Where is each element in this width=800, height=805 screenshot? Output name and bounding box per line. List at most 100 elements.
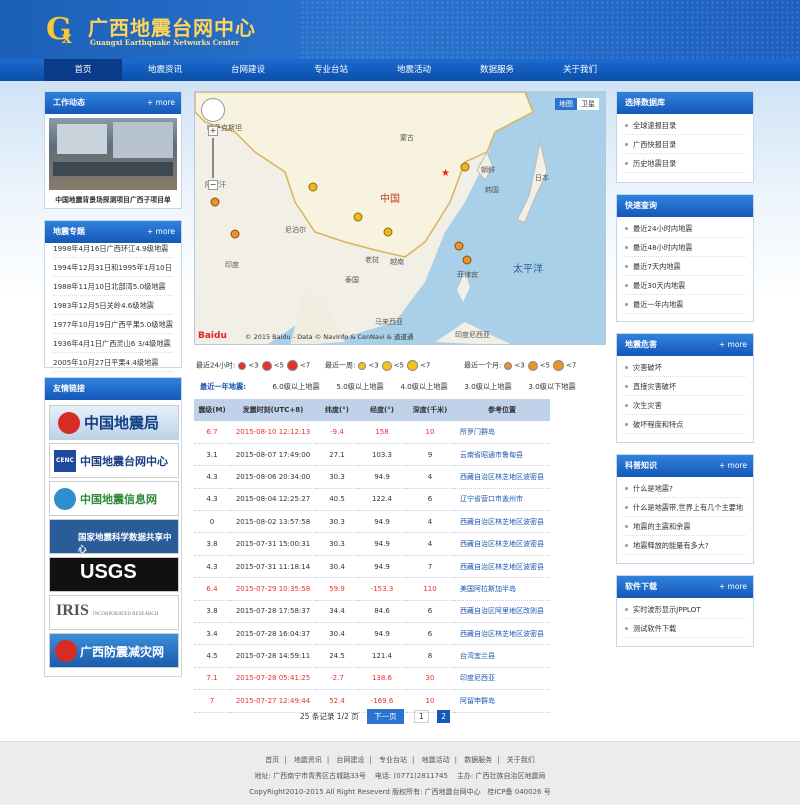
site-header: G x 广西地震台网中心 Guangxi Earthquake Networks… xyxy=(0,0,800,59)
usgs-logo[interactable]: USGS xyxy=(49,557,179,592)
footer-icp[interactable]: 桂ICP备 040026 号 xyxy=(487,788,550,796)
baidu-logo[interactable]: Baidu xyxy=(198,331,227,341)
page-2-current[interactable]: 2 xyxy=(437,710,450,723)
list-item[interactable]: 测试软件下载 xyxy=(625,619,745,638)
list-item[interactable]: 1936年4月1日广西灵山6 3/4级地震 xyxy=(53,334,173,353)
list-item[interactable]: 地震释放的能量有多大? xyxy=(625,536,745,555)
map-label-nepal: 尼泊尔 xyxy=(285,225,306,234)
pan-control-icon[interactable] xyxy=(201,98,225,122)
cea-logo[interactable]: 中国地震局 xyxy=(49,405,179,440)
iris-logo[interactable]: IRIS INCORPORATED RESEARCH xyxy=(49,595,179,630)
table-row[interactable]: 6.4 2015-07-29 10:35:58 59.9 -153.3 110 美国阿拉斯… xyxy=(194,577,550,601)
cell-location[interactable]: 西藏自治区林芝地区波密县 xyxy=(454,532,550,556)
table-row[interactable]: 6.7 2015-08-10 12:12:13 -9.4 158 10 所罗门群岛 xyxy=(194,421,550,444)
table-row[interactable]: 4.3 2015-08-06 20:34:00 30.3 94.9 4 西藏自治区林芝地区… xyxy=(194,465,550,489)
cell-location[interactable]: 西藏自治区林芝地区波密县 xyxy=(454,465,550,489)
tab-6plus[interactable]: 6.0级以上地震 xyxy=(266,378,326,396)
csi-logo[interactable]: 中国地震信息网 xyxy=(49,481,179,516)
map-type-map[interactable]: 地图 xyxy=(555,98,577,110)
cell-location[interactable]: 所罗门群岛 xyxy=(454,421,550,444)
list-item[interactable]: 最近一年内地震 xyxy=(625,295,745,314)
table-row[interactable]: 3.1 2015-08-07 17:49:00 27.1 103.3 9 云南省昭通市鲁甸… xyxy=(194,443,550,467)
footer-link-stations[interactable]: 专业台站 xyxy=(379,756,407,764)
list-item[interactable]: 地震的主震和余震 xyxy=(625,517,745,536)
table-row[interactable]: 4.3 2015-08-04 12:25:27 40.5 122.4 6 辽宁省营口市盖州… xyxy=(194,488,550,512)
zoom-in-button[interactable]: + xyxy=(208,126,218,136)
list-item[interactable]: 1994年12月31日和1995年1月10日 xyxy=(53,258,173,277)
cenc-logo[interactable]: CENC 中国地震台网中心 xyxy=(49,443,179,478)
cell-location[interactable]: 西藏自治区林芝地区波密县 xyxy=(454,555,550,579)
list-item[interactable]: 最近48小时内地震 xyxy=(625,238,745,257)
software-more-link[interactable]: + more xyxy=(719,576,747,598)
nav-news[interactable]: 地震资讯 xyxy=(126,59,204,81)
nav-data[interactable]: 数据服务 xyxy=(458,59,536,81)
list-item[interactable]: 2005年10月27日平果4.4级地震 xyxy=(53,353,173,372)
meeting-photo[interactable] xyxy=(49,118,177,190)
nav-activity[interactable]: 地震活动 xyxy=(375,59,453,81)
work-caption[interactable]: 中国地震背景场探测项目广西子项目单 xyxy=(45,194,181,204)
science-more-link[interactable]: + more xyxy=(719,455,747,477)
pager-summary: 25 条记录 1/2 页 xyxy=(300,712,359,721)
zoom-slider[interactable] xyxy=(212,138,214,178)
tab-4plus[interactable]: 4.0级以上地震 xyxy=(394,378,454,396)
topics-more-link[interactable]: + more xyxy=(147,221,175,243)
list-item[interactable]: 历史地震目录 xyxy=(625,154,745,173)
cell-location[interactable]: 西藏自治区林芝地区波密县 xyxy=(454,510,550,534)
footer-link-home[interactable]: 首页 xyxy=(265,756,279,764)
cell-location[interactable]: 美国阿拉斯加半岛 xyxy=(454,577,550,601)
nav-network[interactable]: 台网建设 xyxy=(209,59,287,81)
cell-location[interactable]: 西藏自治区阿里地区改则县 xyxy=(454,600,550,624)
list-item[interactable]: 1977年10月19日广西平果5.0级地震 xyxy=(53,315,173,334)
list-item[interactable]: 什么是地震? xyxy=(625,479,745,498)
footer-link-network[interactable]: 台网建设 xyxy=(336,756,364,764)
list-item[interactable]: 1983年12月5日关岭4.6级地震 xyxy=(53,296,173,315)
list-item[interactable]: 最近7天内地震 xyxy=(625,257,745,276)
gx-dpr-logo[interactable]: 广西防震减灾网 xyxy=(49,633,179,668)
list-item[interactable]: 灾害破坏 xyxy=(625,358,745,377)
tab-3plus[interactable]: 3.0级以上地震 xyxy=(458,378,518,396)
list-item[interactable]: 次生灾害 xyxy=(625,396,745,415)
list-item[interactable]: 直接灾害破坏 xyxy=(625,377,745,396)
work-more-link[interactable]: + more xyxy=(147,92,175,114)
earthquake-map[interactable]: 蒙古 中国 太平洋 日本 韩国 朝鲜 哈萨克斯坦 尼泊尔 印度 老挝 泰国 越南… xyxy=(194,91,606,345)
damage-more-link[interactable]: + more xyxy=(719,334,747,356)
cell-lat: 30.4 xyxy=(316,622,358,646)
cell-location[interactable]: 台湾宜兰县 xyxy=(454,644,550,668)
gx-logo-icon[interactable]: G x xyxy=(44,9,82,47)
tab-below3[interactable]: 3.0级以下地震 xyxy=(522,378,582,396)
cell-location[interactable]: 西藏自治区林芝地区波密县 xyxy=(454,622,550,646)
table-row[interactable]: 3.8 2015-07-31 15:00:31 30.3 94.9 4 西藏自治区林芝地区… xyxy=(194,532,550,556)
page-1-link[interactable]: 1 xyxy=(414,710,429,723)
list-item[interactable]: 破坏程度和特点 xyxy=(625,415,745,434)
list-item[interactable]: 最近30天内地震 xyxy=(625,276,745,295)
list-item[interactable]: 实时波形显示JPPLOT xyxy=(625,600,745,619)
table-row[interactable]: 3.8 2015-07-28 17:58:37 34.4 84.6 6 西藏自治区阿里地区… xyxy=(194,600,550,624)
table-row[interactable]: 4.5 2015-07-28 14:59:11 24.5 121.4 8 台湾宜兰县 xyxy=(194,644,550,668)
nav-about[interactable]: 关于我们 xyxy=(541,59,619,81)
list-item[interactable]: 最近24小时内地震 xyxy=(625,219,745,238)
list-item[interactable]: 什么是地震带,世界上有几个主要地 xyxy=(625,498,745,517)
cell-location[interactable]: 辽宁省营口市盖州市 xyxy=(454,488,550,512)
next-page-button[interactable]: 下一页 xyxy=(367,709,404,724)
footer-link-activity[interactable]: 地震活动 xyxy=(422,756,450,764)
nav-stations[interactable]: 专业台站 xyxy=(292,59,370,81)
list-item[interactable]: 广西快报目录 xyxy=(625,135,745,154)
footer-link-data[interactable]: 数据服务 xyxy=(464,756,492,764)
map-type-satellite[interactable]: 卫星 xyxy=(577,98,599,110)
tab-5plus[interactable]: 5.0级以上地震 xyxy=(330,378,390,396)
table-row[interactable]: 3.4 2015-07-28 16:04:37 30.4 94.9 6 西藏自治区林芝地区… xyxy=(194,622,550,646)
cell-location[interactable]: 阿留申群岛 xyxy=(454,689,550,713)
list-item[interactable]: 1988年11月10日北部湾5.0级地震 xyxy=(53,277,173,296)
data-share-logo[interactable]: 国家地震科学数据共享中心 xyxy=(49,519,179,554)
zoom-out-button[interactable]: − xyxy=(208,180,218,190)
footer-link-news[interactable]: 地震资讯 xyxy=(294,756,322,764)
col-lon: 经度(°) xyxy=(358,399,406,421)
table-row[interactable]: 4.3 2015-07-31 11:18:14 30.4 94.9 7 西藏自治区林芝地区… xyxy=(194,555,550,579)
cell-location[interactable]: 云南省昭通市鲁甸县 xyxy=(454,443,550,467)
cell-location[interactable]: 印度尼西亚 xyxy=(454,667,550,691)
list-item[interactable]: 全球速报目录 xyxy=(625,116,745,135)
table-row[interactable]: 7.1 2015-07-28 05:41:25 -2.7 138.6 30 印度尼西亚 xyxy=(194,667,550,691)
nav-home[interactable]: 首页 xyxy=(44,59,122,81)
footer-link-about[interactable]: 关于我们 xyxy=(507,756,535,764)
table-row[interactable]: 0 2015-08-02 13:57:58 30.3 94.9 4 西藏自治区林芝地区波密… xyxy=(194,510,550,534)
